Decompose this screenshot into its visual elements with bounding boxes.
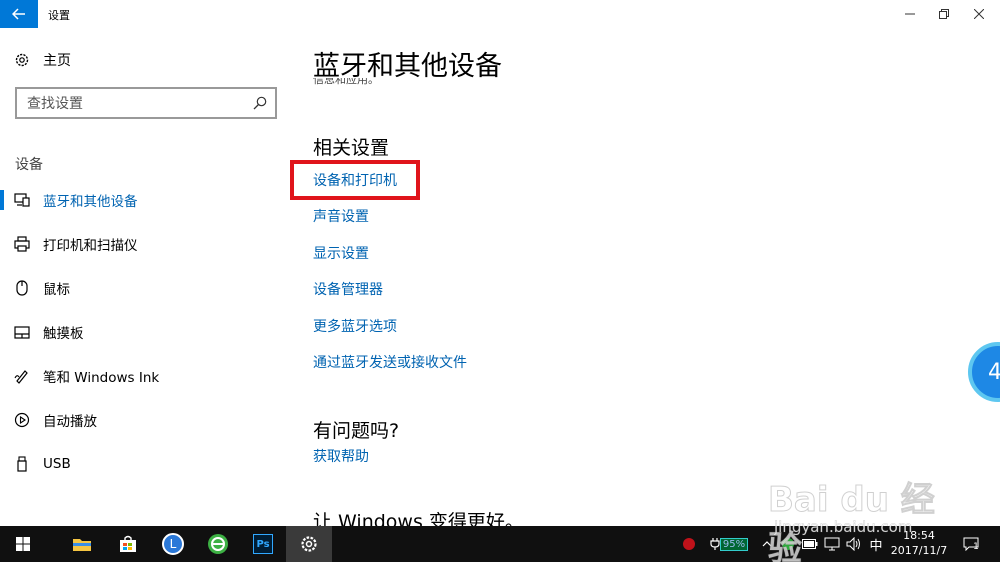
- l-app-icon: L: [162, 533, 184, 555]
- tray-battery-icon[interactable]: [800, 526, 820, 562]
- taskbar: L Ps 95% 中 18:54 2017/11/7 1: [0, 526, 1000, 562]
- link-sound-settings[interactable]: 声音设置: [313, 206, 369, 226]
- volume-icon: [846, 537, 860, 551]
- ps-label: Ps: [256, 538, 270, 550]
- sidebar-item-bluetooth[interactable]: 蓝牙和其他设备: [0, 184, 290, 216]
- clipped-description: 信息和应用。: [313, 78, 513, 90]
- link-display-settings[interactable]: 显示设置: [313, 243, 369, 263]
- feedback-title: 让 Windows 变得更好。: [313, 511, 524, 526]
- link-device-manager[interactable]: 设备管理器: [313, 279, 383, 299]
- highlight-annotation: [290, 160, 420, 200]
- taskbar-l-app[interactable]: L: [150, 526, 196, 562]
- sidebar-item-label: 鼠标: [43, 282, 70, 298]
- back-button[interactable]: [0, 0, 38, 28]
- title-bar: 设置: [0, 0, 1000, 28]
- search-box[interactable]: 查找设置: [15, 87, 277, 119]
- gear-icon: [301, 536, 317, 552]
- taskbar-photoshop[interactable]: Ps: [240, 526, 286, 562]
- link-more-bluetooth-options[interactable]: 更多蓝牙选项: [313, 316, 397, 336]
- taskbar-file-explorer[interactable]: [59, 526, 105, 562]
- tray-ime[interactable]: 中: [866, 526, 886, 562]
- battery-icon: [802, 539, 818, 549]
- sidebar-item-label: 触摸板: [43, 326, 84, 342]
- search-input[interactable]: 查找设置: [27, 93, 252, 113]
- minimize-icon: [905, 13, 915, 15]
- tray-clock[interactable]: 18:54 2017/11/7: [886, 528, 952, 558]
- clipped-description-text: 信息和应用。: [313, 78, 379, 86]
- sidebar-item-label: 打印机和扫描仪: [43, 238, 138, 254]
- tray-network[interactable]: [822, 526, 842, 562]
- notification-count: 1: [973, 542, 979, 552]
- floating-badge[interactable]: 4: [968, 342, 1000, 402]
- autoplay-icon: [13, 411, 31, 429]
- search-icon[interactable]: [252, 95, 268, 111]
- tray-action-center[interactable]: 1: [958, 526, 984, 562]
- store-bag-icon: [120, 535, 136, 552]
- sidebar-item-label: 蓝牙和其他设备: [43, 194, 138, 210]
- sidebar-item-autoplay[interactable]: 自动播放: [0, 404, 290, 436]
- windows-logo-icon: [16, 537, 30, 551]
- start-button[interactable]: [0, 526, 46, 562]
- sidebar-item-mouse[interactable]: 鼠标: [0, 272, 290, 304]
- chat-icon: [782, 538, 794, 550]
- link-bluetooth-file-transfer[interactable]: 通过蓝牙发送或接收文件: [313, 352, 467, 372]
- sidebar-item-usb[interactable]: USB: [0, 448, 290, 480]
- photoshop-icon: Ps: [253, 534, 273, 554]
- window-title: 设置: [48, 9, 70, 22]
- home-nav-item[interactable]: 主页: [14, 50, 71, 70]
- taskbar-store[interactable]: [105, 526, 151, 562]
- restore-button[interactable]: [927, 0, 961, 28]
- tray-battery[interactable]: 95%: [704, 526, 754, 562]
- touchpad-icon: [13, 323, 31, 341]
- browser-icon: [208, 534, 228, 554]
- usb-icon: [13, 455, 31, 473]
- group-label-devices: 设备: [15, 157, 43, 173]
- taskbar-settings[interactable]: [286, 526, 332, 562]
- printer-icon: [13, 235, 31, 253]
- sidebar-item-label: 自动播放: [43, 414, 97, 430]
- link-get-help[interactable]: 获取帮助: [313, 446, 369, 466]
- taskbar-browser[interactable]: [195, 526, 241, 562]
- chevron-up-icon: [762, 541, 772, 547]
- related-settings-title: 相关设置: [313, 137, 390, 159]
- folder-icon: [73, 539, 91, 551]
- restore-icon: [939, 9, 949, 19]
- battery-percentage: 95%: [719, 537, 749, 551]
- mouse-icon: [13, 279, 31, 297]
- close-button[interactable]: [962, 0, 996, 28]
- clock-date: 2017/11/7: [890, 544, 948, 557]
- sidebar-item-label: USB: [43, 456, 71, 472]
- close-icon: [974, 9, 984, 19]
- sidebar-item-pen[interactable]: 笔和 Windows Ink: [0, 360, 290, 392]
- pen-icon: [13, 367, 31, 385]
- clock-time: 18:54: [903, 529, 935, 542]
- tray-antivirus[interactable]: [678, 526, 700, 562]
- home-label: 主页: [43, 53, 71, 69]
- power-plug-icon: [710, 538, 720, 550]
- back-arrow-icon: [12, 8, 25, 20]
- gear-icon: [15, 53, 29, 67]
- sidebar-item-printers[interactable]: 打印机和扫描仪: [0, 228, 290, 260]
- sidebar: 主页 查找设置 设备 蓝牙和其他设备 打印机和扫描仪 鼠标 触摸板 笔和 Win…: [0, 28, 290, 526]
- l-app-label: L: [169, 537, 177, 551]
- shield-red-icon: [683, 538, 695, 550]
- minimize-button[interactable]: [893, 0, 927, 28]
- sidebar-item-label: 笔和 Windows Ink: [43, 370, 160, 386]
- bluetooth-devices-icon: [13, 191, 31, 209]
- tray-wechat[interactable]: [778, 526, 798, 562]
- active-indicator: [0, 190, 4, 210]
- help-title: 有问题吗?: [313, 420, 400, 442]
- network-icon: [824, 537, 840, 551]
- sidebar-item-touchpad[interactable]: 触摸板: [0, 316, 290, 348]
- tray-volume[interactable]: [844, 526, 864, 562]
- tray-chevron-up[interactable]: [758, 526, 776, 562]
